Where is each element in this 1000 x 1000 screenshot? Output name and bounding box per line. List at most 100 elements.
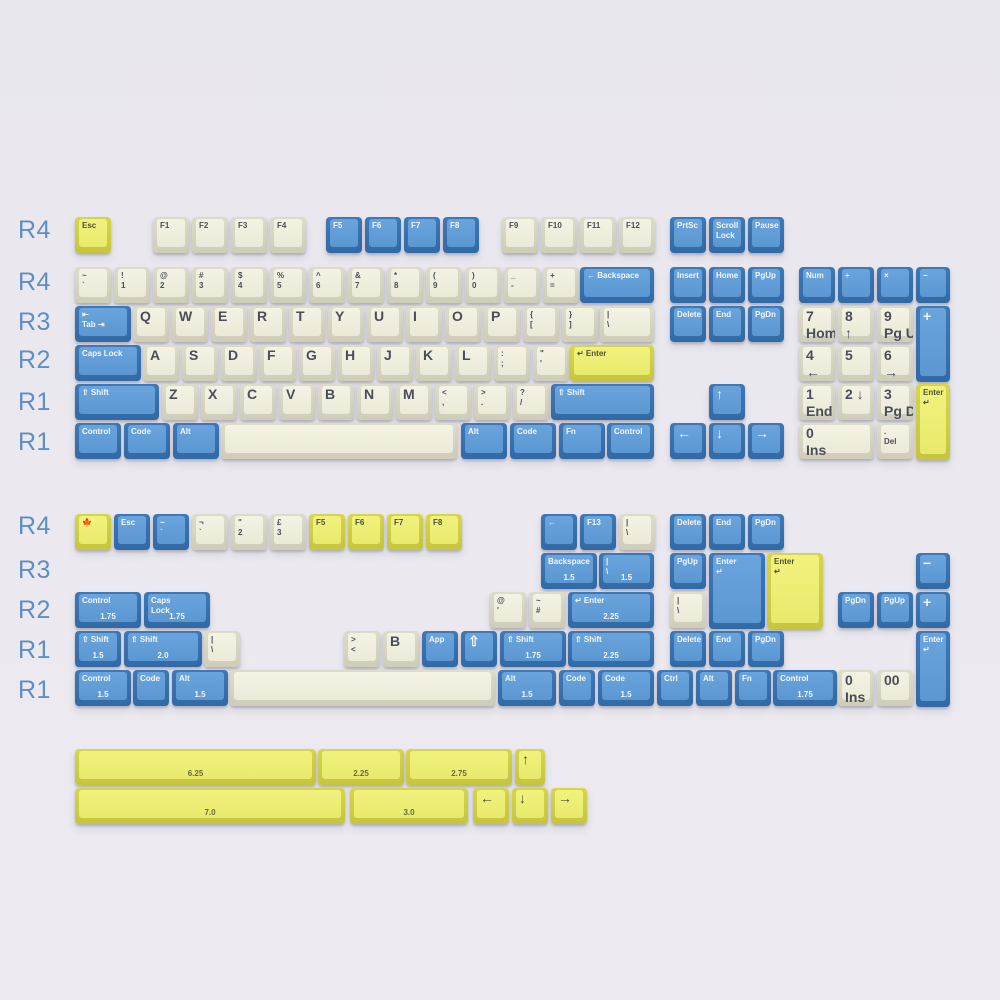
key-f10: F10 [541,217,577,253]
key-legend: V [286,386,296,402]
key-e: E [211,306,247,342]
extra-shift-175: ⇧ Shift 1.75 [500,631,566,667]
key-size-label: 1.75 [169,612,185,621]
key-o: O [445,306,481,342]
key-rcode: Code [510,423,556,459]
key-legend: Z [169,386,178,402]
extra-not: ¬ ` [192,514,228,550]
key-legend: Enter ↵ [923,635,944,654]
key-space [221,423,457,459]
key-legend: D [228,347,239,363]
space-up: ↑ [515,749,545,785]
key-np4: 4 ← [799,345,835,381]
key-legend: . Del [884,427,897,446]
key-9: ( 9 [426,267,462,303]
key-c: C [240,384,276,420]
key-legend: Control [82,674,111,683]
key-legend: − [923,271,928,280]
key-h: H [338,345,374,381]
key-num: Num [799,267,835,303]
extra-maple: 🍁 [75,514,111,550]
key-legend: 🍁 [82,518,92,527]
key-size-label: 2.25 [603,651,619,660]
key-legend: PgUp [884,596,905,605]
space-30: 3.0 [350,788,468,824]
key-legend: Code [566,674,586,683]
key-legend: R [257,308,268,324]
key-ralt: Alt [461,423,507,459]
key-legend: _ - [511,271,516,290]
key-minus: _ - [504,267,540,303]
key-left: ← [670,423,706,459]
key-np5: 5 [838,345,874,381]
extra-shift-20: ⇧ Shift 2.0 [124,631,202,667]
extra-delete-2: Delete [670,631,706,667]
key-u: U [367,306,403,342]
key-legend: ↑ [716,386,723,402]
key-z: Z [162,384,198,420]
key-legend: Code [605,674,625,683]
extra-ctrl: Ctrl [657,670,693,706]
key-legend: ⇧ [468,633,480,649]
key-home: Home [709,267,745,303]
key-f9: F9 [502,217,538,253]
extra-shift-225: ⇧ Shift 2.25 [568,631,654,667]
extra-fn: Fn [735,670,771,706]
key-legend: F5 [316,518,326,527]
key-legend: PgDn [755,310,776,319]
key-2: @ 2 [153,267,189,303]
key-legend: ⇧ Shift [575,635,602,644]
key-legend: End [716,310,732,319]
key-n: N [357,384,393,420]
key-lshift: ⇧ Shift [75,384,159,420]
key-legend: I [413,308,417,324]
key-g: G [299,345,335,381]
key-legend: Control [82,596,111,605]
key-legend: Code [131,427,151,436]
key-legend: ↵ Enter [575,596,605,605]
key-np1: 1 End [799,384,835,420]
extra-tilde: ~ ` [153,514,189,550]
key-7: & 7 [348,267,384,303]
key-legend: G [306,347,317,363]
key-legend: ⇧ Shift [82,635,109,644]
extra-plus-np: + [916,592,950,628]
key-legend: + [923,594,932,610]
key-legend: 0 Ins [806,425,827,458]
key-legend: F7 [394,518,404,527]
key-legend: Delete [677,635,702,644]
key-lbracket: { [ [523,306,559,342]
key-1: ! 1 [114,267,150,303]
key-legend: % 5 [277,271,285,290]
key-fn: Fn [559,423,605,459]
key-size-label: 1.75 [100,612,116,621]
extra-code-2: Code [559,670,595,706]
key-pgup: PgUp [748,267,784,303]
extra-minus-np: − [916,553,950,589]
key-legend: ) 0 [472,271,477,290]
key-legend: End [716,635,732,644]
key-f5: F5 [326,217,362,253]
key-legend: ÷ [845,271,850,280]
key-legend: Delete [677,518,702,527]
key-size-label: 1.75 [797,690,813,699]
key-legend: ¬ ` [199,518,204,537]
key-legend: F7 [411,221,421,230]
row-label: R4 [18,268,51,296]
key-esc: Esc [75,217,111,253]
key-y: Y [328,306,364,342]
key-legend: → [755,425,769,441]
key-legend: − [923,555,932,571]
key-caps-lock: Caps Lock [75,345,141,381]
key-legend: | \ [211,635,214,654]
key-legend: App [429,635,445,644]
extra-left-arrow: ← [541,514,577,550]
key-size-label: 2.25 [353,769,369,778]
key-legend: ↵ Enter [577,349,607,358]
key-legend: Alt [505,674,516,683]
key-legend: 3 Pg Dn [884,386,913,419]
key-minus-np: − [916,267,950,303]
extra-pipe-3: | \ [204,631,240,667]
row-label: R1 [18,388,51,416]
extra-app: App [422,631,458,667]
